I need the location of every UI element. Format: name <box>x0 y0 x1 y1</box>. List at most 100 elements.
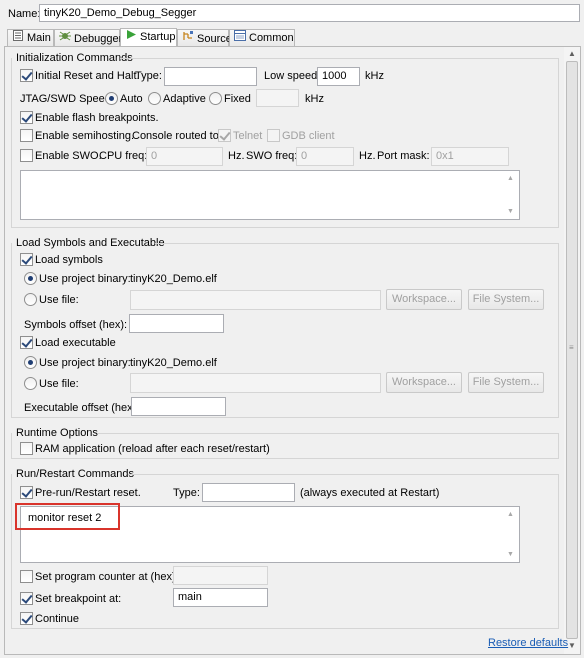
scroll-down-arrow-icon[interactable]: ▼ <box>568 641 576 650</box>
load-symbols-checkbox[interactable] <box>20 253 33 266</box>
speed-fixed-label: Fixed <box>224 93 251 105</box>
scroll-up-arrow-icon[interactable]: ▲ <box>507 511 514 518</box>
cpu-freq-input[interactable]: 0 <box>146 147 223 166</box>
scroll-up-arrow-icon[interactable]: ▲ <box>507 175 514 182</box>
swo-hz-label: Hz. <box>359 150 376 162</box>
cpu-freq-label: CPU freq: <box>99 150 148 162</box>
tab-source-label: Source <box>197 33 232 45</box>
init-type-input[interactable] <box>164 67 257 86</box>
fixed-speed-input[interactable] <box>256 89 299 107</box>
restart-type-input[interactable] <box>202 483 295 502</box>
ram-application-label: RAM application (reload after each reset… <box>35 443 270 455</box>
flash-breakpoints-checkbox[interactable] <box>20 111 33 124</box>
scroll-up-arrow-icon[interactable]: ▲ <box>568 49 576 58</box>
gdb-client-checkbox[interactable] <box>267 129 280 142</box>
symbols-offset-label: Symbols offset (hex): <box>24 319 128 331</box>
exec-file-system-button[interactable]: File System... <box>468 372 544 393</box>
ram-application-checkbox[interactable] <box>20 442 33 455</box>
scroll-thumb-grip-icon: ≡ <box>569 343 574 352</box>
scroll-down-arrow-icon[interactable]: ▼ <box>507 208 514 215</box>
tab-common-label: Common <box>249 32 294 44</box>
speed-auto-label: Auto <box>120 93 143 105</box>
vertical-scrollbar[interactable]: ▲ ≡ ▼ <box>564 47 580 654</box>
semihosting-label: Enable semihosting. <box>35 130 135 142</box>
tab-debugger[interactable]: Debugger <box>54 29 123 47</box>
symbols-file-system-button[interactable]: File System... <box>468 289 544 310</box>
set-pc-input[interactable] <box>173 566 268 585</box>
symbols-workspace-button[interactable]: Workspace... <box>386 289 462 310</box>
swo-checkbox[interactable] <box>20 149 33 162</box>
gdb-client-label: GDB client <box>282 130 335 142</box>
speed-auto-radio[interactable] <box>105 92 118 105</box>
exec-offset-label: Executable offset (hex): <box>24 402 140 414</box>
tab-startup[interactable]: Startup <box>120 28 177 47</box>
source-icon <box>182 30 194 47</box>
tab-main[interactable]: Main <box>7 29 54 46</box>
symbols-file-input[interactable] <box>130 290 381 310</box>
semihosting-checkbox[interactable] <box>20 129 33 142</box>
exec-use-file-label: Use file: <box>39 378 79 390</box>
init-commands-textarea[interactable]: ▲ ▼ <box>20 170 520 220</box>
scroll-down-arrow-icon[interactable]: ▼ <box>507 551 514 558</box>
prerun-reset-label: Pre-run/Restart reset. <box>35 487 141 499</box>
continue-checkbox[interactable] <box>20 612 33 625</box>
set-pc-checkbox[interactable] <box>20 570 33 583</box>
main-icon <box>12 30 24 46</box>
divider <box>155 243 559 244</box>
set-breakpoint-input[interactable]: main <box>173 588 268 607</box>
flash-breakpoints-label: Enable flash breakpoints. <box>35 112 159 124</box>
debugger-icon <box>59 30 71 47</box>
telnet-checkbox[interactable] <box>218 129 231 142</box>
swo-freq-input[interactable]: 0 <box>296 147 354 166</box>
exec-file-input[interactable] <box>130 373 381 393</box>
load-executable-label: Load executable <box>35 337 116 349</box>
tab-source[interactable]: Source <box>177 29 232 47</box>
exec-project-binary-label: Use project binary: <box>39 357 131 369</box>
exec-workspace-button[interactable]: Workspace... <box>386 372 462 393</box>
low-speed-input[interactable]: 1000 <box>317 67 360 86</box>
type-label: Type: <box>135 70 162 82</box>
symbols-use-file-radio[interactable] <box>24 293 37 306</box>
cpu-hz-label: Hz. <box>228 150 245 162</box>
symbols-binary-name: tinyK20_Demo.elf <box>130 273 217 285</box>
initial-reset-label: Initial Reset and Halt. <box>35 70 140 82</box>
set-breakpoint-label: Set breakpoint at: <box>35 593 122 605</box>
divider <box>128 474 559 475</box>
jtag-speed-label: JTAG/SWD Speed: <box>20 93 114 105</box>
exec-project-binary-radio[interactable] <box>24 356 37 369</box>
speed-adaptive-label: Adaptive <box>163 93 206 105</box>
set-breakpoint-checkbox[interactable] <box>20 592 33 605</box>
tab-debugger-label: Debugger <box>74 33 123 45</box>
console-routed-label: Console routed to: <box>132 130 222 142</box>
init-commands-scrollbar[interactable]: ▲ ▼ <box>503 171 519 219</box>
port-mask-input[interactable]: 0x1 <box>431 147 509 166</box>
startup-icon <box>125 29 137 45</box>
common-icon <box>234 30 246 46</box>
exec-use-file-radio[interactable] <box>24 377 37 390</box>
restart-commands-scrollbar[interactable]: ▲ ▼ <box>503 507 519 562</box>
divider <box>120 58 559 59</box>
highlight-box <box>15 503 120 530</box>
restart-type-label: Type: <box>173 487 200 499</box>
configuration-name-field[interactable]: tinyK20_Demo_Debug_Segger <box>39 4 580 22</box>
restore-defaults-link[interactable]: Restore defaults <box>488 636 568 650</box>
initial-reset-checkbox[interactable] <box>20 69 33 82</box>
exec-binary-name: tinyK20_Demo.elf <box>130 357 217 369</box>
load-executable-checkbox[interactable] <box>20 336 33 349</box>
continue-label: Continue <box>35 613 80 625</box>
tab-common[interactable]: Common <box>229 29 295 46</box>
tab-startup-label: Startup <box>140 31 176 43</box>
port-mask-label: Port mask: <box>377 150 430 162</box>
jtag-khz-label: kHz <box>305 93 324 105</box>
exec-offset-input[interactable] <box>131 397 226 416</box>
speed-fixed-radio[interactable] <box>209 92 222 105</box>
symbols-offset-input[interactable] <box>129 314 224 333</box>
symbols-project-binary-label: Use project binary: <box>39 273 131 285</box>
always-executed-note: (always executed at Restart) <box>300 487 440 499</box>
symbols-use-file-label: Use file: <box>39 294 79 306</box>
symbols-project-binary-radio[interactable] <box>24 272 37 285</box>
tab-main-label: Main <box>27 32 51 44</box>
prerun-reset-checkbox[interactable] <box>20 486 33 499</box>
speed-adaptive-radio[interactable] <box>148 92 161 105</box>
set-pc-label: Set program counter at (hex): <box>35 571 179 583</box>
